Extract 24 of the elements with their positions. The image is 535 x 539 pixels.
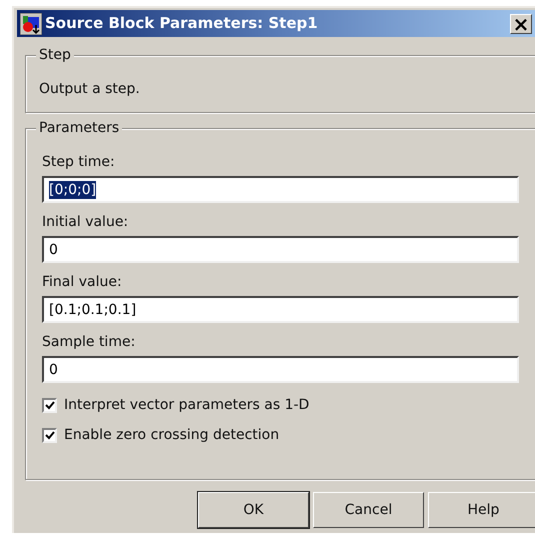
parameter-field[interactable]: [0.1;0.1;0.1]: [42, 296, 519, 323]
parameter-field[interactable]: 0: [42, 236, 519, 263]
checkbox-label: Interpret vector parameters as 1-D: [64, 396, 310, 415]
dialog-button[interactable]: OK: [198, 492, 309, 528]
field-value: 0: [49, 360, 58, 378]
field-value: [0;0;0]: [49, 180, 96, 198]
field-label: Initial value:: [42, 213, 130, 231]
dialog-button[interactable]: Cancel: [313, 492, 424, 528]
parameter-field[interactable]: 0: [42, 356, 519, 383]
dialog-button[interactable]: Help: [428, 492, 535, 528]
field-value: [0.1;0.1;0.1]: [49, 300, 136, 318]
checkbox[interactable]: [42, 398, 57, 413]
window-title: Source Block Parameters: Step1: [45, 13, 318, 34]
close-button[interactable]: ×: [510, 14, 532, 34]
parameter-field[interactable]: [0;0;0]: [42, 176, 519, 203]
field-label: Sample time:: [42, 333, 136, 351]
group-title: Step: [36, 46, 74, 64]
checkbox-label: Enable zero crossing detection: [64, 426, 280, 445]
field-label: Step time:: [42, 153, 116, 171]
checkbox[interactable]: [42, 428, 57, 443]
field-label: Final value:: [42, 273, 123, 291]
block-description: Output a step.: [39, 81, 140, 97]
field-value: 0: [49, 240, 58, 258]
block-icon: [20, 12, 42, 34]
